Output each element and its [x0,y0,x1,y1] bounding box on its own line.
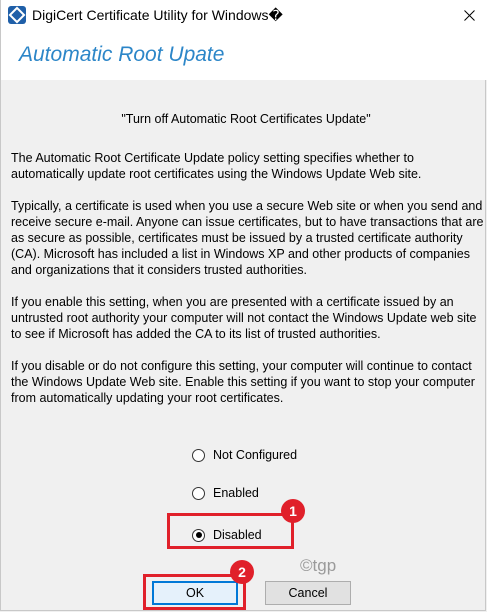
dialog-window: DigiCert Certificate Utility for Windows… [0,0,487,611]
digicert-app-icon [8,6,26,24]
radio-button-icon[interactable] [192,448,205,462]
close-icon [464,9,475,21]
step-badge-2: 2 [230,560,254,584]
highlight-box-disabled [167,513,294,549]
window-title: DigiCert Certificate Utility for Windows… [32,7,283,23]
radio-button-icon[interactable] [192,486,205,500]
radio-label: Enabled [213,486,259,500]
title-bar: DigiCert Certificate Utility for Windows… [1,0,487,30]
dialog-header-title: Automatic Root Upate [19,43,225,66]
step-badge-1: 1 [281,499,305,523]
radio-label: Not Configured [213,448,298,462]
radio-not-configured[interactable]: Not Configured [192,446,297,464]
policy-paragraph: Typically, a certificate is used when yo… [11,199,484,277]
policy-paragraph: The Automatic Root Certificate Update po… [11,151,422,181]
policy-paragraph: If you enable this setting, when you are… [11,295,477,341]
radio-enabled[interactable]: Enabled [192,484,259,502]
highlight-box-ok [143,574,246,610]
policy-heading: "Turn off Automatic Root Certificates Up… [121,112,371,126]
close-button[interactable] [451,0,487,30]
watermark: ©tgp [300,556,337,575]
policy-paragraph: If you disable or do not configure this … [11,359,475,405]
cancel-button[interactable]: Cancel [265,581,351,605]
dialog-header: Automatic Root Upate [1,30,487,80]
